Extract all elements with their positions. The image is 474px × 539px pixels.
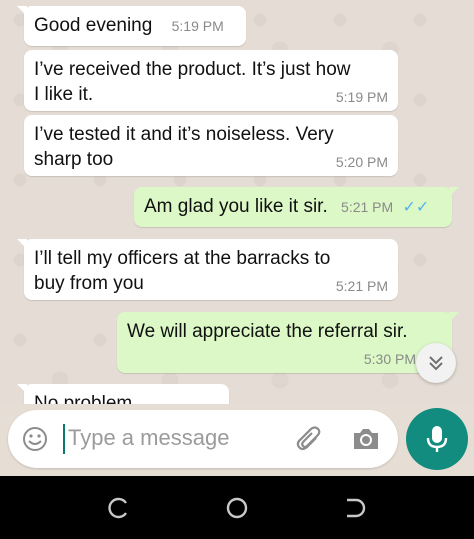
message-text: Good evening — [34, 15, 153, 36]
message-text: I’ve received the product. It’s just how — [34, 59, 351, 80]
message-incoming[interactable]: I’ll tell my officers at the barracks to… — [17, 239, 398, 300]
emoji-icon[interactable] — [22, 426, 48, 452]
message-outgoing[interactable]: We will appreciate the referral sir. 5:3… — [117, 312, 459, 373]
message-time: 5:30 PM — [363, 351, 416, 367]
message-text: I’ve tested it and it’s noiseless. Very — [34, 124, 334, 145]
message-input-bar[interactable]: Type a message — [8, 410, 398, 468]
paperclip-icon[interactable] — [294, 424, 324, 454]
scroll-to-bottom-button[interactable] — [416, 343, 456, 383]
microphone-icon — [426, 426, 448, 452]
message-outgoing[interactable]: Am glad you like it sir. 5:21 PM ✓✓ — [134, 187, 459, 227]
camera-icon[interactable] — [351, 425, 381, 453]
message-incoming[interactable]: Good evening 5:19 PM — [17, 6, 246, 46]
message-time: 5:21 PM — [335, 278, 388, 294]
message-incoming[interactable]: No problem — [17, 384, 229, 404]
message-time: 5:20 PM — [335, 154, 388, 170]
message-incoming[interactable]: I’ve tested it and it’s noiseless. Very … — [24, 115, 398, 176]
text-cursor — [63, 424, 65, 454]
double-chevron-down-icon — [429, 356, 443, 371]
message-incoming[interactable]: I’ve received the product. It’s just how… — [24, 50, 398, 111]
chat-area[interactable]: Good evening 5:19 PM I’ve received the p… — [0, 0, 474, 404]
message-time: 5:21 PM — [341, 199, 394, 215]
message-text: We will appreciate the referral sir. — [127, 321, 408, 342]
message-input[interactable]: Type a message — [68, 425, 229, 451]
double-check-icon: ✓✓ — [402, 199, 430, 216]
message-time: 5:19 PM — [171, 18, 224, 34]
message-text: No problem — [34, 393, 133, 404]
back-icon[interactable] — [342, 496, 366, 520]
voice-record-button[interactable] — [406, 408, 468, 470]
recent-apps-icon[interactable] — [106, 496, 130, 520]
system-navigation-bar — [0, 476, 474, 539]
message-text: I’ll tell my officers at the barracks to — [34, 248, 331, 269]
message-time: 5:19 PM — [335, 89, 388, 105]
message-text: Am glad you like it sir. — [144, 196, 328, 217]
home-icon[interactable] — [225, 496, 249, 520]
